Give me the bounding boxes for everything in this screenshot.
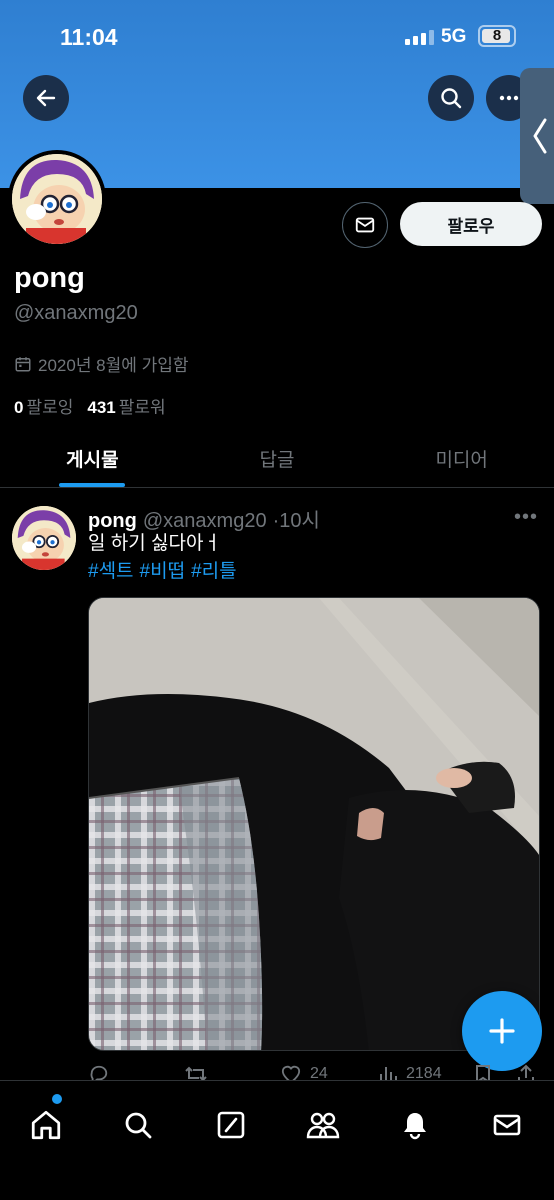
post-header: pong @xanaxmg20 ·10시: [88, 504, 320, 533]
battery-icon: 8: [478, 25, 516, 47]
profile-name: pong: [14, 262, 85, 294]
follow-stats: 0 팔로잉 431 팔로워: [14, 393, 166, 418]
hashtag-link[interactable]: #비떱: [140, 558, 186, 586]
post-more-icon[interactable]: •••: [514, 506, 538, 529]
bottom-navigation: [0, 1080, 554, 1200]
envelope-icon: [493, 1114, 521, 1136]
back-button[interactable]: [23, 75, 69, 121]
search-icon: [441, 88, 462, 109]
home-icon: [31, 1110, 61, 1140]
post-time: ·10시: [272, 510, 320, 532]
nav-messages[interactable]: [483, 1101, 531, 1149]
nav-notifications[interactable]: [391, 1101, 439, 1149]
following-count: 0: [14, 398, 24, 417]
following-label: 팔로잉: [26, 398, 74, 417]
chevron-left-icon: [533, 118, 547, 154]
post-text: 일 하기 싫다아ㅓ: [88, 533, 221, 554]
communities-icon: [306, 1112, 340, 1139]
grok-icon: [217, 1111, 245, 1139]
search-button[interactable]: [428, 75, 474, 121]
hashtag-link[interactable]: #리틀: [191, 558, 237, 586]
status-time: 11:04: [60, 24, 118, 50]
tab-replies[interactable]: 답글: [185, 430, 370, 487]
joined-date: 2020년 8월에 가입함: [14, 351, 189, 376]
status-bar: 11:04 5G 8: [0, 0, 554, 72]
profile-tabs: 게시물 답글 미디어: [0, 430, 554, 488]
nav-communities[interactable]: [299, 1101, 347, 1149]
post-avatar[interactable]: [12, 506, 76, 570]
hashtag-link[interactable]: #섹트: [88, 558, 134, 586]
search-icon: [125, 1112, 152, 1139]
post-hashtags: #섹트 #비떱 #리틀: [88, 558, 237, 586]
nav-search[interactable]: [114, 1101, 162, 1149]
calendar-icon: [15, 356, 31, 371]
follow-button[interactable]: 팔로우: [400, 202, 542, 246]
signal-icon: [405, 30, 434, 45]
plus-icon: [489, 1018, 515, 1044]
followers-link[interactable]: 431 팔로워: [87, 393, 165, 418]
tab-media[interactable]: 미디어: [369, 430, 554, 487]
post-photo[interactable]: [88, 597, 540, 1051]
message-button[interactable]: [342, 202, 388, 248]
more-icon: [499, 95, 519, 101]
side-panel-handle[interactable]: [520, 68, 554, 204]
followers-count: 431: [87, 398, 116, 417]
bell-icon: [404, 1113, 426, 1140]
battery-level: 8: [492, 27, 502, 44]
profile-handle: @xanaxmg20: [14, 302, 138, 324]
back-arrow-icon: [36, 89, 56, 107]
tab-posts[interactable]: 게시물: [0, 430, 185, 487]
home-notification-dot: [52, 1094, 62, 1104]
envelope-icon: [355, 217, 375, 233]
joined-date-text: 2020년 8월에 가입함: [38, 356, 189, 375]
compose-button[interactable]: [462, 991, 542, 1071]
nav-grok[interactable]: [207, 1101, 255, 1149]
nav-home[interactable]: [22, 1101, 70, 1149]
network-label: 5G: [441, 26, 467, 47]
profile-avatar[interactable]: [8, 150, 106, 248]
following-link[interactable]: 0 팔로잉: [14, 393, 73, 418]
followers-label: 팔로워: [118, 398, 166, 417]
